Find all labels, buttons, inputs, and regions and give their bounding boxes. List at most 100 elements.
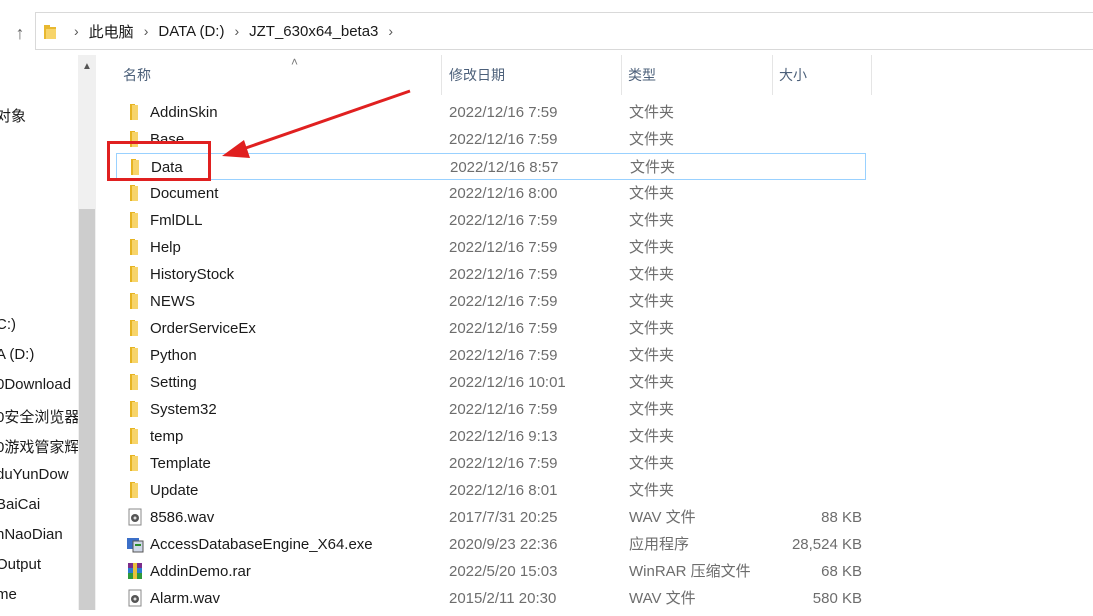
file-date: 2022/12/16 7:59 (449, 320, 558, 337)
chevron-right-icon[interactable]: › (144, 23, 149, 39)
column-header-size[interactable]: 大小 (769, 55, 872, 95)
file-date: 2022/12/16 10:01 (449, 374, 566, 391)
column-label: 名称 (123, 67, 151, 83)
file-size (762, 288, 862, 315)
file-type: 文件夹 (629, 428, 675, 445)
chevron-right-icon[interactable]: › (74, 23, 79, 39)
file-size (762, 450, 862, 477)
breadcrumb: › 此电脑 › DATA (D:) › JZT_630x64_beta3 › (64, 13, 403, 49)
column-label: 修改日期 (449, 67, 505, 83)
file-name: Update (150, 482, 199, 499)
nav-item[interactable]: 0安全浏览器 (0, 406, 78, 427)
file-date: 2022/12/16 7:59 (449, 455, 558, 472)
column-header-date[interactable]: 修改日期 (439, 55, 622, 95)
file-type: 文件夹 (629, 320, 675, 337)
breadcrumb-data-drive[interactable]: DATA (D:) (158, 23, 224, 40)
file-type: 文件夹 (629, 266, 675, 283)
nav-item[interactable]: 对象 (0, 105, 26, 126)
folder-icon (126, 427, 144, 445)
file-type: 文件夹 (629, 482, 675, 499)
address-bar[interactable]: › 此电脑 › DATA (D:) › JZT_630x64_beta3 › (35, 12, 1093, 50)
file-date: 2022/12/16 7:59 (449, 131, 558, 148)
file-row[interactable]: Update 2022/12/16 8:01 文件夹 (116, 477, 866, 504)
file-type: 文件夹 (629, 401, 675, 418)
column-header-name[interactable]: 名称 ˄ (113, 55, 442, 95)
file-size (762, 180, 862, 207)
navigation-pane: i 对象 C:) A (D:) 0Download 0安全浏览器 0游戏管家辉 … (0, 55, 78, 610)
column-label: 类型 (628, 67, 656, 83)
folder-icon (126, 454, 144, 472)
file-row[interactable]: Document 2022/12/16 8:00 文件夹 (116, 180, 866, 207)
chevron-right-icon[interactable]: › (388, 23, 393, 39)
file-name: AccessDatabaseEngine_X64.exe (150, 536, 373, 553)
file-row[interactable]: Data 2022/12/16 8:57 文件夹 (116, 153, 866, 180)
chevron-right-icon[interactable]: › (234, 23, 239, 39)
nav-item[interactable]: me (0, 586, 17, 603)
up-arrow-icon[interactable]: ↑ (10, 22, 30, 44)
file-date: 2022/12/16 7:59 (449, 347, 558, 364)
file-row[interactable]: Python 2022/12/16 7:59 文件夹 (116, 342, 866, 369)
file-size: 88 KB (821, 509, 862, 526)
nav-item[interactable]: 0游戏管家辉 (0, 436, 78, 457)
file-row[interactable]: Setting 2022/12/16 10:01 文件夹 (116, 369, 866, 396)
annotation-highlight-box (107, 141, 211, 181)
file-row[interactable]: HistoryStock 2022/12/16 7:59 文件夹 (116, 261, 866, 288)
file-row[interactable]: AddinSkin 2022/12/16 7:59 文件夹 (116, 99, 866, 126)
breadcrumb-this-pc[interactable]: 此电脑 (89, 21, 134, 42)
file-size (762, 99, 862, 126)
file-row[interactable]: Help 2022/12/16 7:59 文件夹 (116, 234, 866, 261)
file-size (763, 154, 863, 181)
file-name: Help (150, 239, 181, 256)
file-row[interactable]: Alarm.wav 2015/2/11 20:30 WAV 文件 580 KB (116, 585, 866, 612)
column-header: 名称 ˄ 修改日期 类型 大小 (96, 55, 1093, 95)
file-type: 文件夹 (629, 185, 675, 202)
file-row[interactable]: Template 2022/12/16 7:59 文件夹 (116, 450, 866, 477)
file-type: 文件夹 (629, 131, 675, 148)
folder-icon (126, 184, 144, 202)
nav-item[interactable]: Output (0, 556, 41, 573)
file-date: 2020/9/23 22:36 (449, 536, 558, 553)
file-size (762, 261, 862, 288)
file-type: 文件夹 (629, 374, 675, 391)
file-date: 2022/12/16 7:59 (449, 212, 558, 229)
column-header-type[interactable]: 类型 (618, 55, 773, 95)
breadcrumb-current-folder[interactable]: JZT_630x64_beta3 (249, 23, 378, 40)
nav-item[interactable]: BaiCai (0, 496, 40, 513)
file-row[interactable]: AddinDemo.rar 2022/5/20 15:03 WinRAR 压缩文件 6… (116, 558, 866, 585)
file-row[interactable]: temp 2022/12/16 9:13 文件夹 (116, 423, 866, 450)
file-date: 2022/12/16 7:59 (449, 266, 558, 283)
file-size (762, 207, 862, 234)
folder-icon (126, 265, 144, 283)
file-size: 580 KB (812, 590, 862, 607)
nav-item[interactable]: duYunDow (0, 466, 69, 483)
nav-item-drive-c[interactable]: C:) (0, 316, 16, 333)
scrollbar-thumb[interactable] (79, 209, 95, 610)
folder-icon (126, 481, 144, 499)
file-date: 2022/12/16 7:59 (449, 401, 558, 418)
file-row[interactable]: 8586.wav 2017/7/31 20:25 WAV 文件 88 KB (116, 504, 866, 531)
file-name: Python (150, 347, 197, 364)
nav-item[interactable]: nNaoDian (0, 526, 63, 543)
nav-item-drive-d[interactable]: A (D:) (0, 346, 34, 363)
file-type: 文件夹 (629, 293, 675, 310)
file-date: 2022/12/16 8:57 (450, 159, 559, 176)
file-type: 文件夹 (629, 104, 675, 121)
nav-scrollbar[interactable]: ▲ (78, 55, 96, 610)
audio-file-icon (126, 508, 144, 526)
file-row[interactable]: AccessDatabaseEngine_X64.exe 2020/9/23 22… (116, 531, 866, 558)
scroll-up-arrow-icon[interactable]: ▲ (78, 61, 96, 72)
file-row[interactable]: Base 2022/12/16 7:59 文件夹 (116, 126, 866, 153)
file-name: Alarm.wav (150, 590, 221, 607)
sort-ascending-icon: ˄ (291, 55, 299, 69)
column-label: 大小 (779, 67, 807, 83)
file-size: 68 KB (821, 563, 862, 580)
folder-icon (126, 211, 144, 229)
file-size (762, 477, 862, 504)
file-row[interactable]: FmlDLL 2022/12/16 7:59 文件夹 (116, 207, 866, 234)
nav-item[interactable]: 0Download (0, 376, 71, 393)
file-type: 文件夹 (629, 239, 675, 256)
file-row[interactable]: OrderServiceEx 2022/12/16 7:59 文件夹 (116, 315, 866, 342)
file-row[interactable]: System32 2022/12/16 7:59 文件夹 (116, 396, 866, 423)
folder-icon (126, 319, 144, 337)
file-row[interactable]: NEWS 2022/12/16 7:59 文件夹 (116, 288, 866, 315)
